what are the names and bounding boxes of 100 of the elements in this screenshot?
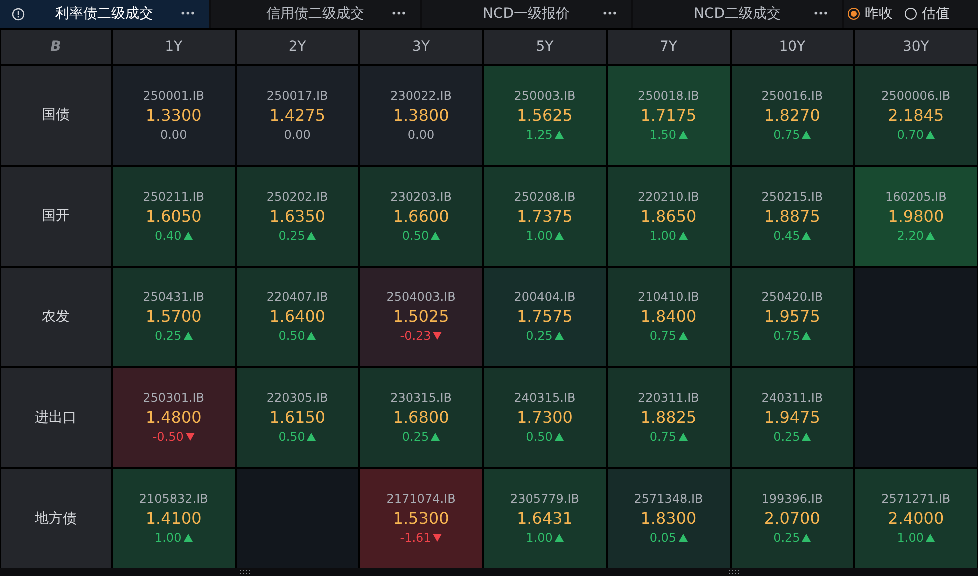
yield-change: 0.75 bbox=[650, 329, 677, 344]
yield-value: 1.8300 bbox=[640, 509, 697, 528]
quote-cell[interactable]: 250001.IB 1.3300 0.00 bbox=[113, 66, 235, 165]
bond-code: 230315.IB bbox=[390, 391, 452, 406]
bond-code: 2571271.IB bbox=[882, 492, 951, 506]
bond-code: 199396.IB bbox=[762, 492, 824, 506]
up-triangle-icon bbox=[307, 232, 316, 240]
yield-value: 1.6350 bbox=[270, 206, 326, 226]
quote-cell[interactable]: 250016.IB 1.8270 0.75 bbox=[732, 66, 854, 165]
yield-change: 0.25 bbox=[526, 329, 553, 344]
quote-cell[interactable]: 240315.IB 1.7300 0.50 bbox=[484, 368, 606, 468]
yield-value: 1.5700 bbox=[146, 307, 202, 326]
quote-cell[interactable]: 210410.IB 1.8400 0.75 bbox=[608, 268, 730, 366]
quote-cell[interactable]: 2504003.IB 1.5025 -0.23 bbox=[360, 268, 482, 366]
up-triangle-icon bbox=[802, 433, 812, 442]
more-button[interactable]: ••• bbox=[602, 8, 617, 20]
quote-cell[interactable]: 250018.IB 1.7175 1.50 bbox=[608, 66, 730, 165]
quote-cell[interactable]: 160205.IB 1.9800 2.20 bbox=[855, 166, 977, 266]
yield-value: 1.8875 bbox=[764, 206, 820, 226]
yield-value: 1.5300 bbox=[393, 509, 450, 528]
quote-cell[interactable]: 250431.IB 1.5700 0.25 bbox=[113, 268, 235, 366]
quote-cell[interactable]: 230022.IB 1.3800 0.00 bbox=[360, 66, 482, 165]
radio-option[interactable]: 估值 bbox=[905, 5, 950, 23]
radio-option[interactable]: 昨收 bbox=[848, 5, 893, 23]
bond-code: 2504003.IB bbox=[386, 290, 456, 304]
up-triangle-icon bbox=[554, 534, 564, 542]
yield-value: 1.5625 bbox=[517, 106, 573, 125]
up-triangle-icon bbox=[678, 332, 688, 340]
bond-code: 220210.IB bbox=[638, 190, 700, 204]
quote-cell[interactable]: 220311.IB 1.8825 0.75 bbox=[608, 368, 730, 468]
yield-value: 1.6050 bbox=[146, 206, 202, 226]
quote-cell[interactable]: 230203.IB 1.6600 0.50 bbox=[360, 166, 482, 266]
bond-code: 2171074.IB bbox=[386, 492, 456, 506]
up-triangle-icon bbox=[926, 232, 935, 240]
tab[interactable]: 利率债二级成交 ••• bbox=[0, 0, 209, 28]
quote-cell[interactable]: 2571348.IB 1.8300 0.05 bbox=[608, 469, 730, 568]
up-triangle-icon bbox=[184, 232, 193, 240]
yield-change: 1.00 bbox=[526, 228, 553, 243]
quote-cell[interactable]: 220407.IB 1.6400 0.50 bbox=[236, 268, 358, 366]
quote-cell[interactable]: 220305.IB 1.6150 0.50 bbox=[236, 368, 358, 468]
quote-cell[interactable]: 250420.IB 1.9575 0.75 bbox=[732, 268, 854, 366]
quote-cell[interactable]: 250202.IB 1.6350 0.25 bbox=[236, 166, 358, 266]
yield-value: 1.5025 bbox=[393, 307, 450, 326]
row-header: 农发 bbox=[1, 268, 111, 366]
yield-change: 0.25 bbox=[278, 228, 306, 243]
yield-value: 1.7175 bbox=[640, 106, 697, 125]
bond-code: 2571348.IB bbox=[634, 492, 704, 506]
quote-cell[interactable]: 199396.IB 2.0700 0.25 bbox=[732, 469, 854, 568]
bond-code: 2305779.IB bbox=[510, 492, 580, 506]
up-triangle-icon bbox=[554, 232, 564, 240]
yield-change: 2.20 bbox=[897, 228, 924, 243]
tab[interactable]: 信用债二级成交 ••• bbox=[211, 0, 420, 28]
yield-value: 1.6400 bbox=[270, 307, 326, 326]
yield-change: 0.00 bbox=[408, 128, 435, 142]
quote-cell[interactable]: 2571271.IB 2.4000 1.00 bbox=[855, 469, 977, 568]
up-triangle-icon bbox=[184, 534, 193, 542]
quote-cell[interactable]: 250215.IB 1.8875 0.45 bbox=[732, 166, 854, 266]
yield-value: 1.6150 bbox=[270, 408, 326, 428]
quote-cell[interactable]: 2500006.IB 2.1845 0.70 bbox=[855, 66, 977, 165]
column-header: 7Y bbox=[608, 30, 730, 64]
quote-cell[interactable]: 2305779.IB 1.6431 1.00 bbox=[484, 469, 606, 568]
bond-code: 250215.IB bbox=[762, 190, 824, 204]
yield-value: 1.8400 bbox=[640, 307, 697, 326]
bond-code: 250003.IB bbox=[514, 88, 576, 103]
radio-icon[interactable] bbox=[905, 8, 917, 20]
more-button[interactable]: ••• bbox=[391, 8, 406, 20]
radio-label: 估值 bbox=[922, 5, 950, 23]
quote-cell[interactable]: 250208.IB 1.7375 1.00 bbox=[484, 166, 606, 266]
quote-cell[interactable]: 240311.IB 1.9475 0.25 bbox=[732, 368, 854, 468]
up-triangle-icon bbox=[802, 332, 812, 340]
quote-cell[interactable]: 250003.IB 1.5625 1.25 bbox=[484, 66, 606, 165]
column-header: 2Y bbox=[236, 30, 358, 64]
info-icon[interactable] bbox=[12, 8, 25, 20]
yield-value: 2.4000 bbox=[888, 509, 944, 528]
quote-cell[interactable]: 220210.IB 1.8650 1.00 bbox=[608, 166, 730, 266]
quote-cell[interactable]: 250211.IB 1.6050 0.40 bbox=[113, 166, 235, 266]
yield-change: 0.75 bbox=[774, 329, 800, 344]
tab[interactable]: NCD一级报价 ••• bbox=[422, 0, 631, 28]
tab[interactable]: NCD二级成交 ••• bbox=[633, 0, 842, 28]
up-triangle-icon bbox=[431, 433, 440, 442]
yield-change: 0.25 bbox=[774, 430, 800, 444]
bond-code: 250018.IB bbox=[638, 88, 700, 103]
quote-cell[interactable]: 250017.IB 1.4275 0.00 bbox=[236, 66, 358, 165]
up-triangle-icon bbox=[554, 130, 564, 139]
more-button[interactable]: ••• bbox=[180, 8, 195, 20]
quote-cell[interactable]: 250301.IB 1.4800 -0.50 bbox=[113, 368, 235, 468]
quote-cell[interactable]: 2105832.IB 1.4100 1.00 bbox=[113, 469, 235, 568]
radio-icon[interactable] bbox=[848, 8, 860, 20]
quote-cell[interactable]: 2171074.IB 1.5300 -1.61 bbox=[360, 469, 482, 568]
yield-value: 1.9575 bbox=[764, 307, 820, 326]
bond-code: 250211.IB bbox=[143, 190, 205, 204]
corner-logo: B bbox=[50, 39, 62, 55]
yield-change: -0.50 bbox=[152, 430, 184, 444]
quote-cell[interactable]: 200404.IB 1.7575 0.25 bbox=[484, 268, 606, 366]
yield-change: 0.25 bbox=[402, 430, 430, 444]
more-button[interactable]: ••• bbox=[813, 8, 828, 20]
yield-value: 1.4800 bbox=[146, 408, 202, 428]
quote-cell[interactable]: 230315.IB 1.6800 0.25 bbox=[360, 368, 482, 468]
row-header: 国债 bbox=[1, 66, 111, 165]
up-triangle-icon bbox=[802, 534, 812, 542]
